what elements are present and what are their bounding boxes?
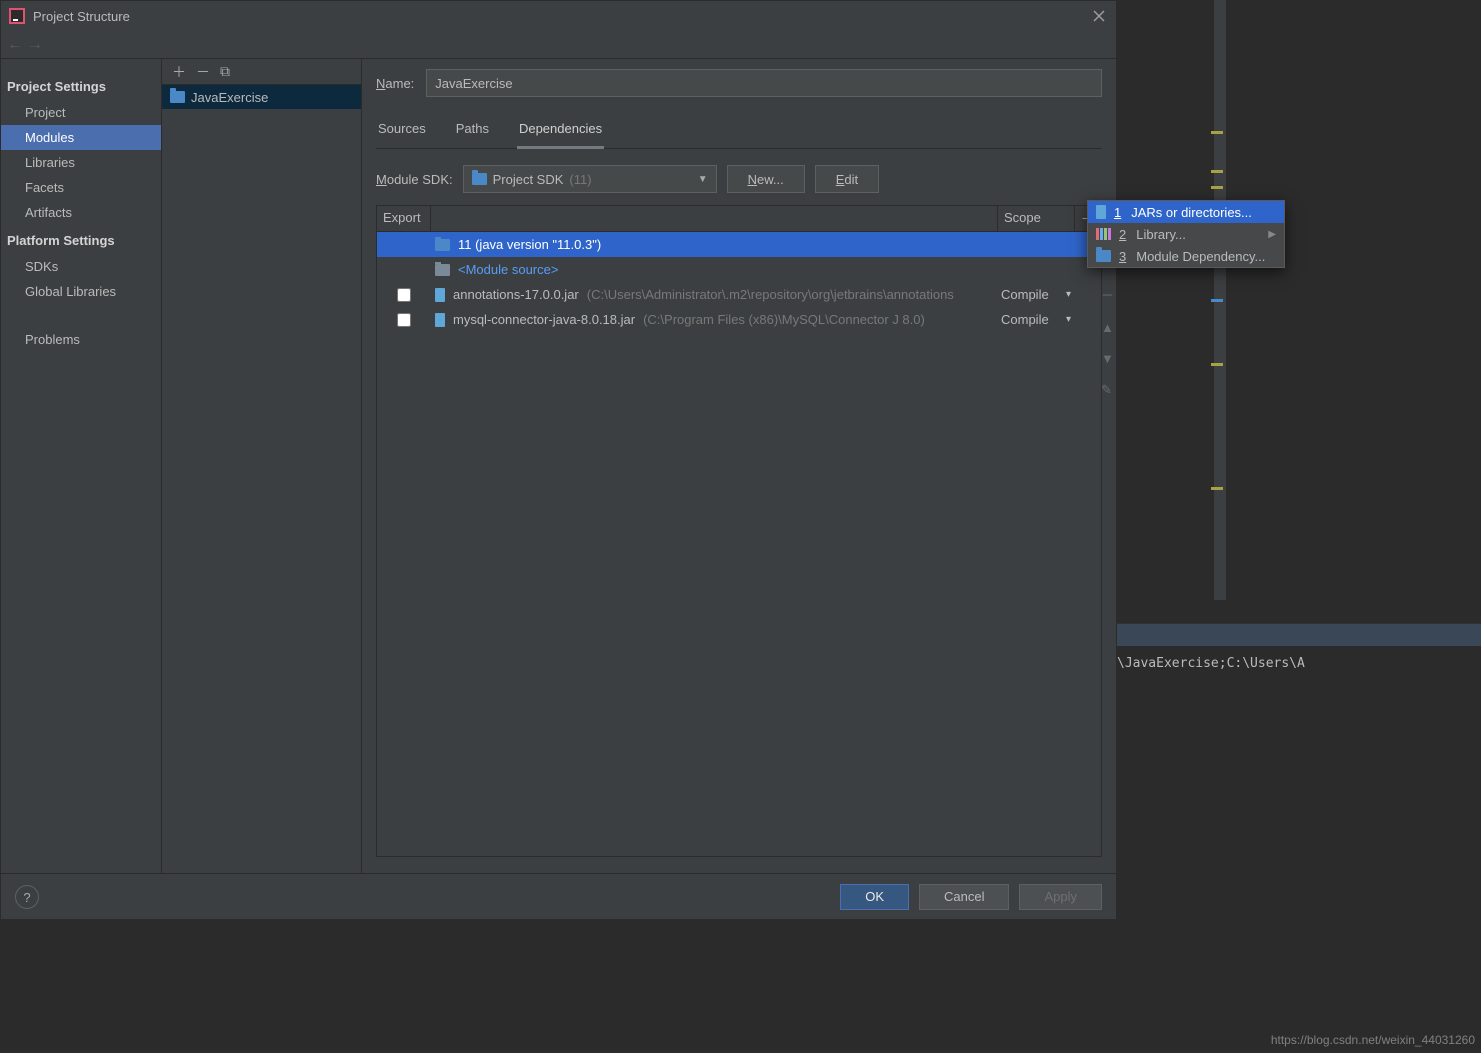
popup-item-module-dependency[interactable]: 3 Module Dependency... <box>1088 245 1284 267</box>
close-icon <box>1093 10 1105 22</box>
sidebar-item-sdks[interactable]: SDKs <box>1 254 161 279</box>
scope-value[interactable]: Compile <box>1001 287 1049 302</box>
scope-value[interactable]: Compile <box>1001 312 1049 327</box>
remove-dep-button[interactable]: － <box>1101 285 1114 304</box>
folder-blue-icon <box>435 239 450 251</box>
edit-dep-button[interactable]: ✎ <box>1101 382 1114 398</box>
dependency-name: annotations-17.0.0.jar <box>453 287 579 302</box>
tab-paths[interactable]: Paths <box>454 115 491 148</box>
apply-button[interactable]: Apply <box>1019 884 1102 910</box>
dependency-path: (C:\Users\Administrator\.m2\repository\o… <box>587 287 954 302</box>
dependency-path: (C:\Program Files (x86)\MySQL\Connector … <box>643 312 925 327</box>
ok-button[interactable]: OK <box>840 884 909 910</box>
module-sdk-label: Module SDK: <box>376 172 453 187</box>
jar-icon <box>435 288 445 302</box>
add-dependency-popup: 1 JARs or directories... 2 Library... ▶ 3 Modu… <box>1087 200 1285 268</box>
nav-history: ← → <box>1 31 1116 59</box>
module-list-panel: ＋ － ⧉ JavaExercise <box>162 59 362 919</box>
back-button[interactable]: ← <box>5 35 25 55</box>
folder-icon <box>435 264 450 276</box>
sidebar-problems[interactable]: Problems <box>1 322 161 351</box>
submenu-arrow-icon: ▶ <box>1268 229 1276 240</box>
jar-icon <box>1096 205 1106 219</box>
sidebar: Project Settings ProjectModulesLibraries… <box>1 59 162 919</box>
module-icon <box>170 91 185 103</box>
sdk-icon <box>472 173 487 185</box>
tab-dependencies[interactable]: Dependencies <box>517 115 604 149</box>
watermark: https://blog.csdn.net/weixin_44031260 <box>1271 1033 1475 1047</box>
sdk-new-button[interactable]: New... <box>727 165 805 193</box>
dependency-name: <Module source> <box>458 262 558 277</box>
copy-module-button[interactable]: ⧉ <box>220 63 230 80</box>
move-up-button[interactable]: ▲ <box>1101 320 1114 335</box>
folder-blue-icon <box>1096 250 1111 262</box>
popup-shortcut: 1 <box>1114 205 1121 220</box>
sidebar-item-libraries[interactable]: Libraries <box>1 150 161 175</box>
dependency-side-tools: － ▲ ▼ ✎ <box>1101 285 1114 398</box>
dependency-row[interactable]: mysql-connector-java-8.0.18.jar (C:\Prog… <box>377 307 1101 332</box>
module-editor: Name: Sources Paths Dependencies Module SD… <box>362 59 1116 919</box>
lib-icon <box>1096 228 1111 240</box>
add-module-button[interactable]: ＋ <box>172 62 186 82</box>
module-sdk-combo[interactable]: Project SDK (11) ▼ <box>463 165 717 193</box>
move-down-button[interactable]: ▼ <box>1101 351 1114 366</box>
dependency-name: 11 (java version "11.0.3") <box>458 237 601 252</box>
dependency-row[interactable]: <Module source> <box>377 257 1101 282</box>
sdk-value: Project SDK <box>493 172 564 187</box>
titlebar: Project Structure <box>1 1 1116 31</box>
name-input[interactable] <box>426 69 1102 97</box>
sidebar-item-artifacts[interactable]: Artifacts <box>1 200 161 225</box>
dependencies-header: Export Scope ＋ <box>377 206 1101 232</box>
dependency-row[interactable]: annotations-17.0.0.jar (C:\Users\Adminis… <box>377 282 1101 307</box>
help-button[interactable]: ? <box>15 885 39 909</box>
sidebar-item-global-libraries[interactable]: Global Libraries <box>1 279 161 304</box>
popup-label: JARs or directories... <box>1131 205 1252 220</box>
popup-label: Module Dependency... <box>1136 249 1265 264</box>
popup-label: Library... <box>1136 227 1186 242</box>
chevron-down-icon: ▾ <box>1066 289 1071 300</box>
remove-module-button[interactable]: － <box>196 62 210 82</box>
module-item[interactable]: JavaExercise <box>162 85 361 109</box>
editor-bottom-header <box>1117 624 1481 646</box>
export-checkbox[interactable] <box>397 313 411 327</box>
dialog-footer: OK Cancel Apply <box>1 873 1116 919</box>
sidebar-item-project[interactable]: Project <box>1 100 161 125</box>
dependencies-table: Export Scope ＋ 11 (java version "11.0.3"… <box>376 205 1102 857</box>
app-icon <box>9 8 25 24</box>
dialog-title: Project Structure <box>33 9 1090 24</box>
sidebar-header-platform: Platform Settings <box>1 229 161 254</box>
popup-shortcut: 3 <box>1119 249 1126 264</box>
export-checkbox[interactable] <box>397 288 411 302</box>
sidebar-item-facets[interactable]: Facets <box>1 175 161 200</box>
project-structure-dialog: Project Structure ← → Project Settings P… <box>0 0 1117 920</box>
col-export[interactable]: Export <box>377 206 431 231</box>
tabs: Sources Paths Dependencies <box>376 115 1102 149</box>
popup-item-library[interactable]: 2 Library... ▶ <box>1088 223 1284 245</box>
forward-button[interactable]: → <box>25 35 45 55</box>
sdk-suffix: (11) <box>569 172 591 187</box>
jar-icon <box>435 313 445 327</box>
chevron-down-icon: ▾ <box>1066 314 1071 325</box>
tab-sources[interactable]: Sources <box>376 115 428 148</box>
dependency-name: mysql-connector-java-8.0.18.jar <box>453 312 635 327</box>
sidebar-header-project: Project Settings <box>1 75 161 100</box>
name-label: Name: <box>376 76 414 91</box>
dependency-row[interactable]: 11 (java version "11.0.3") <box>377 232 1101 257</box>
module-toolbar: ＋ － ⧉ <box>162 59 361 85</box>
close-button[interactable] <box>1090 7 1108 25</box>
chevron-down-icon: ▼ <box>698 174 708 185</box>
editor-bottom-text: \JavaExercise;C:\Users\A <box>1117 656 1305 671</box>
cancel-button[interactable]: Cancel <box>919 884 1009 910</box>
popup-shortcut: 2 <box>1119 227 1126 242</box>
col-scope[interactable]: Scope <box>997 206 1075 231</box>
editor-bottom-panel <box>1117 623 1481 1053</box>
module-item-label: JavaExercise <box>191 90 268 105</box>
sidebar-item-modules[interactable]: Modules <box>1 125 161 150</box>
popup-item-jars-or-directories[interactable]: 1 JARs or directories... <box>1088 201 1284 223</box>
sdk-edit-button[interactable]: Edit <box>815 165 879 193</box>
